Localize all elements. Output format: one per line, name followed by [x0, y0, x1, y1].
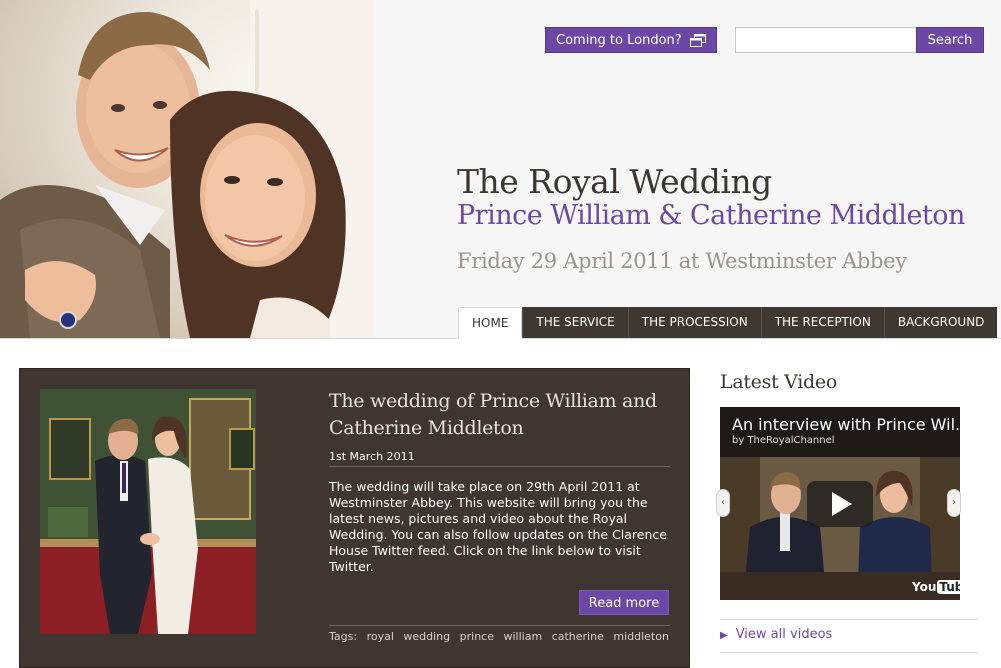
view-all-videos-link[interactable]: ▶ View all videos	[720, 619, 978, 653]
triangle-right-icon: ▶	[720, 630, 728, 641]
youtube-logo-you: You	[912, 580, 937, 594]
article-tags: Tags: royal wedding prince william cathe…	[329, 630, 675, 643]
tags-label: Tags:	[329, 630, 358, 643]
tag-link[interactable]: wedding	[403, 630, 450, 643]
coming-to-london-label: Coming to London?	[556, 33, 682, 48]
site-subtitle: Prince William & Catherine Middleton	[457, 200, 965, 231]
wedding-date: Friday 29 April 2011 at Westminster Abbe…	[457, 249, 907, 273]
nav-tab-the-service[interactable]: THE SERVICE	[522, 307, 628, 338]
video-player[interactable]: An interview with Prince Wil... by TheRo…	[720, 407, 960, 600]
nav-tab-the-procession[interactable]: THE PROCESSION	[627, 307, 761, 338]
youtube-logo-tube: Tube	[937, 580, 960, 594]
site-title: The Royal Wedding	[457, 162, 772, 201]
divider	[329, 466, 670, 467]
external-window-icon	[690, 34, 706, 47]
nav-tab-the-reception[interactable]: THE RECEPTION	[760, 307, 884, 338]
tag-link[interactable]: royal	[367, 630, 394, 643]
divider	[329, 625, 670, 626]
play-button[interactable]	[807, 481, 873, 527]
article-title[interactable]: The wedding of Prince William and Cather…	[329, 388, 669, 442]
video-channel: by TheRoyalChannel	[732, 435, 835, 446]
nav-tab-home[interactable]: HOME	[458, 307, 523, 339]
coming-to-london-button[interactable]: Coming to London?	[545, 27, 717, 53]
article-body: The wedding will take place on 29th Apri…	[329, 479, 667, 574]
featured-article: The wedding of Prince William and Cather…	[19, 368, 690, 668]
tag-link[interactable]: middleton	[613, 630, 669, 643]
chevron-left-icon[interactable]: ‹	[716, 489, 730, 517]
nav-tab-background[interactable]: BACKGROUND	[883, 307, 998, 338]
search-button[interactable]: Search	[916, 27, 984, 53]
tag-link[interactable]: william	[504, 630, 543, 643]
hero-photo-couple	[0, 0, 373, 338]
site-header: Coming to London? Search The Royal Weddi…	[0, 0, 1001, 339]
tag-link[interactable]: prince	[460, 630, 494, 643]
read-more-button[interactable]: Read more	[579, 590, 669, 615]
play-icon	[832, 492, 852, 516]
search-input[interactable]	[735, 27, 917, 53]
chevron-right-icon[interactable]: ›	[947, 489, 961, 517]
latest-video-heading: Latest Video	[720, 371, 837, 393]
view-all-videos-label: View all videos	[735, 627, 833, 642]
feature-photo-illustration	[40, 389, 256, 634]
hero-photo-illustration	[0, 0, 373, 338]
main-nav: HOME THE SERVICE THE PROCESSION THE RECE…	[458, 307, 998, 339]
article-date: 1st March 2011	[329, 450, 415, 463]
youtube-logo: YouTube	[912, 580, 960, 594]
feature-photo-couple[interactable]	[40, 389, 256, 634]
tag-link[interactable]: catherine	[552, 630, 604, 643]
video-title: An interview with Prince Wil...	[732, 415, 960, 434]
